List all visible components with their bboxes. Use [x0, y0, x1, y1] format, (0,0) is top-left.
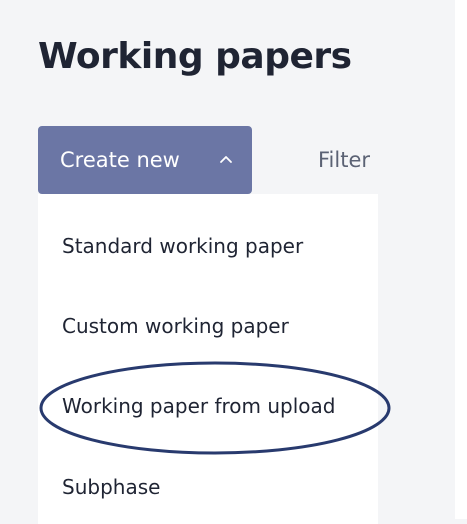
create-new-button[interactable]: Create new — [38, 126, 252, 194]
create-new-label: Create new — [60, 148, 180, 172]
filter-button[interactable]: Filter — [318, 148, 370, 172]
menu-item-standard-working-paper[interactable]: Standard working paper — [62, 234, 303, 258]
menu-item-subphase[interactable]: Subphase — [62, 475, 160, 499]
page-title: Working papers — [38, 36, 352, 77]
menu-item-working-paper-from-upload[interactable]: Working paper from upload — [62, 394, 335, 418]
chevron-up-icon — [220, 156, 232, 163]
create-new-dropdown: Standard working paper Custom working pa… — [38, 194, 378, 524]
menu-item-custom-working-paper[interactable]: Custom working paper — [62, 314, 289, 338]
right-panel — [455, 0, 467, 519]
